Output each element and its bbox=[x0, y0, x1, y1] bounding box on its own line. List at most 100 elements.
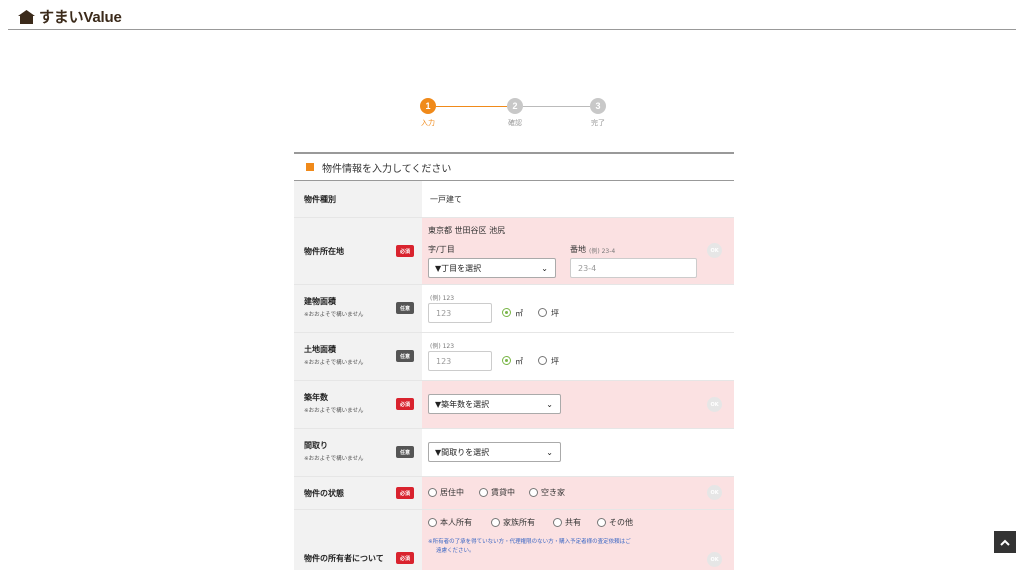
optional-badge: 任意 bbox=[396, 446, 414, 458]
floor-plan-select-value: ▼間取りを選択 bbox=[435, 447, 490, 457]
owner-note-line-2: 遠慮ください。 bbox=[436, 548, 475, 554]
status-radio-rented[interactable] bbox=[479, 488, 488, 497]
value-cell: (例) 123 123 ㎡ 坪 bbox=[422, 333, 734, 380]
banchi-input[interactable]: 23-4 bbox=[570, 258, 697, 278]
optional-badge: 任意 bbox=[396, 302, 414, 314]
step-connector-2 bbox=[523, 106, 590, 107]
chevron-down-icon: ⌄ bbox=[546, 400, 553, 409]
label-cell: 土地面積 ※おおよそで構いません 任意 bbox=[294, 333, 422, 380]
status-label: 物件の状態 bbox=[304, 489, 344, 498]
unit-sqm-radio[interactable] bbox=[502, 356, 511, 365]
property-type-value: 一戸建て bbox=[430, 195, 462, 204]
owner-radio-other[interactable] bbox=[597, 518, 606, 527]
progress-steps: 1 2 3 入力 確認 完了 bbox=[418, 98, 614, 130]
approx-note: ※おおよそで構いません bbox=[304, 456, 364, 462]
step-2-circle: 2 bbox=[507, 98, 523, 114]
step-2-label: 確認 bbox=[508, 119, 522, 127]
land-area-label: 土地面積 bbox=[304, 345, 336, 354]
building-area-input[interactable]: 123 bbox=[428, 303, 492, 323]
age-select[interactable]: ▼築年数を選択 ⌄ bbox=[428, 394, 561, 414]
label-cell: 築年数 ※おおよそで構いません 必須 bbox=[294, 381, 422, 428]
owner-radio-shared[interactable] bbox=[553, 518, 562, 527]
status-radio-vacant[interactable] bbox=[529, 488, 538, 497]
value-cell: 一戸建て bbox=[422, 181, 734, 217]
label-cell: 物件の状態 必須 bbox=[294, 477, 422, 509]
unit-sqm-label: ㎡ bbox=[515, 357, 523, 366]
owner-radio-family[interactable] bbox=[491, 518, 500, 527]
required-badge: 必須 bbox=[396, 552, 414, 564]
unit-tsubo-radio[interactable] bbox=[538, 356, 547, 365]
optional-badge: 任意 bbox=[396, 350, 414, 362]
owner-option-self: 本人所有 bbox=[440, 518, 472, 527]
row-property-type: 物件種別 一戸建て bbox=[294, 181, 734, 218]
row-floor-plan: 間取り ※おおよそで構いません 任意 ▼間取りを選択 ⌄ bbox=[294, 429, 734, 477]
land-area-input[interactable]: 123 bbox=[428, 351, 492, 371]
house-icon bbox=[18, 9, 35, 24]
age-label: 築年数 bbox=[304, 393, 328, 402]
land-area-example: (例) 123 bbox=[430, 343, 455, 350]
approx-note: ※おおよそで構いません bbox=[304, 360, 364, 366]
label-cell: 建物面積 ※おおよそで構いません 任意 bbox=[294, 285, 422, 332]
land-area-placeholder: 123 bbox=[436, 356, 452, 366]
step-connector-1 bbox=[436, 106, 507, 107]
chevron-up-icon bbox=[1000, 539, 1010, 546]
heading-square-icon bbox=[306, 163, 314, 171]
status-radio-occupied[interactable] bbox=[428, 488, 437, 497]
ok-check-icon: OK bbox=[707, 485, 722, 500]
form-heading-text: 物件情報を入力してください bbox=[322, 163, 452, 175]
ok-check-icon: OK bbox=[707, 397, 722, 412]
owner-option-other: その他 bbox=[609, 518, 633, 527]
ok-check-icon: OK bbox=[707, 243, 722, 258]
approx-note: ※おおよそで構いません bbox=[304, 312, 364, 318]
brand-name: すまいValue bbox=[39, 9, 122, 26]
step-3-circle: 3 bbox=[590, 98, 606, 114]
owner-radio-self[interactable] bbox=[428, 518, 437, 527]
value-cell: 居住中 賃貸中 空き家 OK bbox=[422, 477, 734, 509]
header-divider bbox=[8, 29, 1016, 30]
chome-label: 字/丁目 bbox=[428, 245, 455, 254]
owner-option-family: 家族所有 bbox=[503, 518, 535, 527]
unit-tsubo-label: 坪 bbox=[551, 357, 559, 366]
banchi-example: (例) 23-4 bbox=[589, 248, 616, 255]
label-cell: 物件所在地 必須 bbox=[294, 218, 422, 284]
unit-tsubo-label: 坪 bbox=[551, 309, 559, 318]
location-address: 東京都 世田谷区 池尻 bbox=[428, 226, 506, 235]
row-location: 物件所在地 必須 東京都 世田谷区 池尻 字/丁目 ▼丁目を選択 ⌄ 番地 (例… bbox=[294, 218, 734, 285]
step-1-label: 入力 bbox=[421, 119, 435, 127]
form-heading: 物件情報を入力してください bbox=[294, 152, 734, 181]
property-form: 物件情報を入力してください 物件種別 一戸建て 物件所在地 必須 東京都 世田谷… bbox=[294, 152, 734, 570]
floor-plan-select[interactable]: ▼間取りを選択 ⌄ bbox=[428, 442, 561, 462]
value-cell: ▼築年数を選択 ⌄ OK bbox=[422, 381, 734, 428]
unit-tsubo-radio[interactable] bbox=[538, 308, 547, 317]
label-cell: 物件の所有者について 必須 bbox=[294, 510, 422, 570]
status-option-rented: 賃貸中 bbox=[491, 488, 515, 497]
label-cell: 間取り ※おおよそで構いません 任意 bbox=[294, 429, 422, 476]
status-option-occupied: 居住中 bbox=[440, 488, 464, 497]
owner-label: 物件の所有者について bbox=[304, 554, 384, 563]
value-cell: 東京都 世田谷区 池尻 字/丁目 ▼丁目を選択 ⌄ 番地 (例) 23-4 23… bbox=[422, 218, 734, 284]
step-3-label: 完了 bbox=[591, 119, 605, 127]
row-building-area: 建物面積 ※おおよそで構いません 任意 (例) 123 123 ㎡ 坪 bbox=[294, 285, 734, 333]
chome-select[interactable]: ▼丁目を選択 ⌄ bbox=[428, 258, 556, 278]
site-logo[interactable]: すまいValue bbox=[18, 6, 122, 27]
label-cell: 物件種別 bbox=[294, 181, 422, 217]
banchi-placeholder: 23-4 bbox=[578, 263, 597, 273]
scroll-to-top-button[interactable] bbox=[994, 531, 1016, 553]
age-select-value: ▼築年数を選択 bbox=[435, 399, 490, 409]
site-header: すまいValue bbox=[0, 0, 1024, 30]
status-option-vacant: 空き家 bbox=[541, 488, 565, 497]
building-area-placeholder: 123 bbox=[436, 308, 452, 318]
owner-option-shared: 共有 bbox=[565, 518, 581, 527]
value-cell: ▼間取りを選択 ⌄ bbox=[422, 429, 734, 476]
required-badge: 必須 bbox=[396, 245, 414, 257]
building-area-label: 建物面積 bbox=[304, 297, 336, 306]
required-badge: 必須 bbox=[396, 398, 414, 410]
property-type-label: 物件種別 bbox=[304, 195, 336, 204]
unit-sqm-radio[interactable] bbox=[502, 308, 511, 317]
chome-select-value: ▼丁目を選択 bbox=[435, 263, 482, 273]
floor-plan-label: 間取り bbox=[304, 441, 328, 450]
row-property-status: 物件の状態 必須 居住中 賃貸中 空き家 OK bbox=[294, 477, 734, 510]
step-1-circle: 1 bbox=[420, 98, 436, 114]
building-area-example: (例) 123 bbox=[430, 295, 455, 302]
owner-note-line-1: ※所有者の了承を得ていない方・代理権限のない方・購入予定者様の査定依頼はご bbox=[428, 539, 631, 545]
